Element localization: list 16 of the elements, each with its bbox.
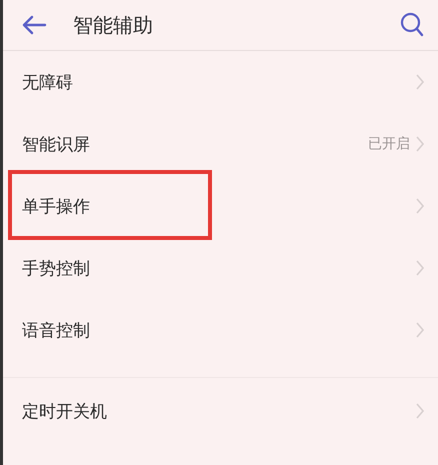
search-icon[interactable] — [400, 12, 424, 38]
settings-item[interactable]: 无障碍 — [3, 51, 438, 113]
back-icon[interactable] — [21, 15, 47, 35]
status-text: 已开启 — [368, 135, 410, 153]
chevron-icon — [416, 136, 424, 152]
settings-item[interactable]: 手势控制 — [3, 237, 438, 299]
chevron-icon — [416, 260, 424, 276]
chevron-icon — [416, 198, 424, 214]
settings-item[interactable]: 定时开关机 — [3, 380, 438, 442]
page-title: 智能辅助 — [73, 12, 154, 38]
settings-item[interactable]: 智能识屏 已开启 — [3, 113, 438, 175]
settings-item[interactable]: 语音控制 — [3, 299, 438, 361]
chevron-icon — [416, 403, 424, 419]
chevron-icon — [416, 322, 424, 338]
settings-item[interactable]: 单手操作 — [3, 175, 438, 237]
chevron-icon — [416, 74, 424, 90]
